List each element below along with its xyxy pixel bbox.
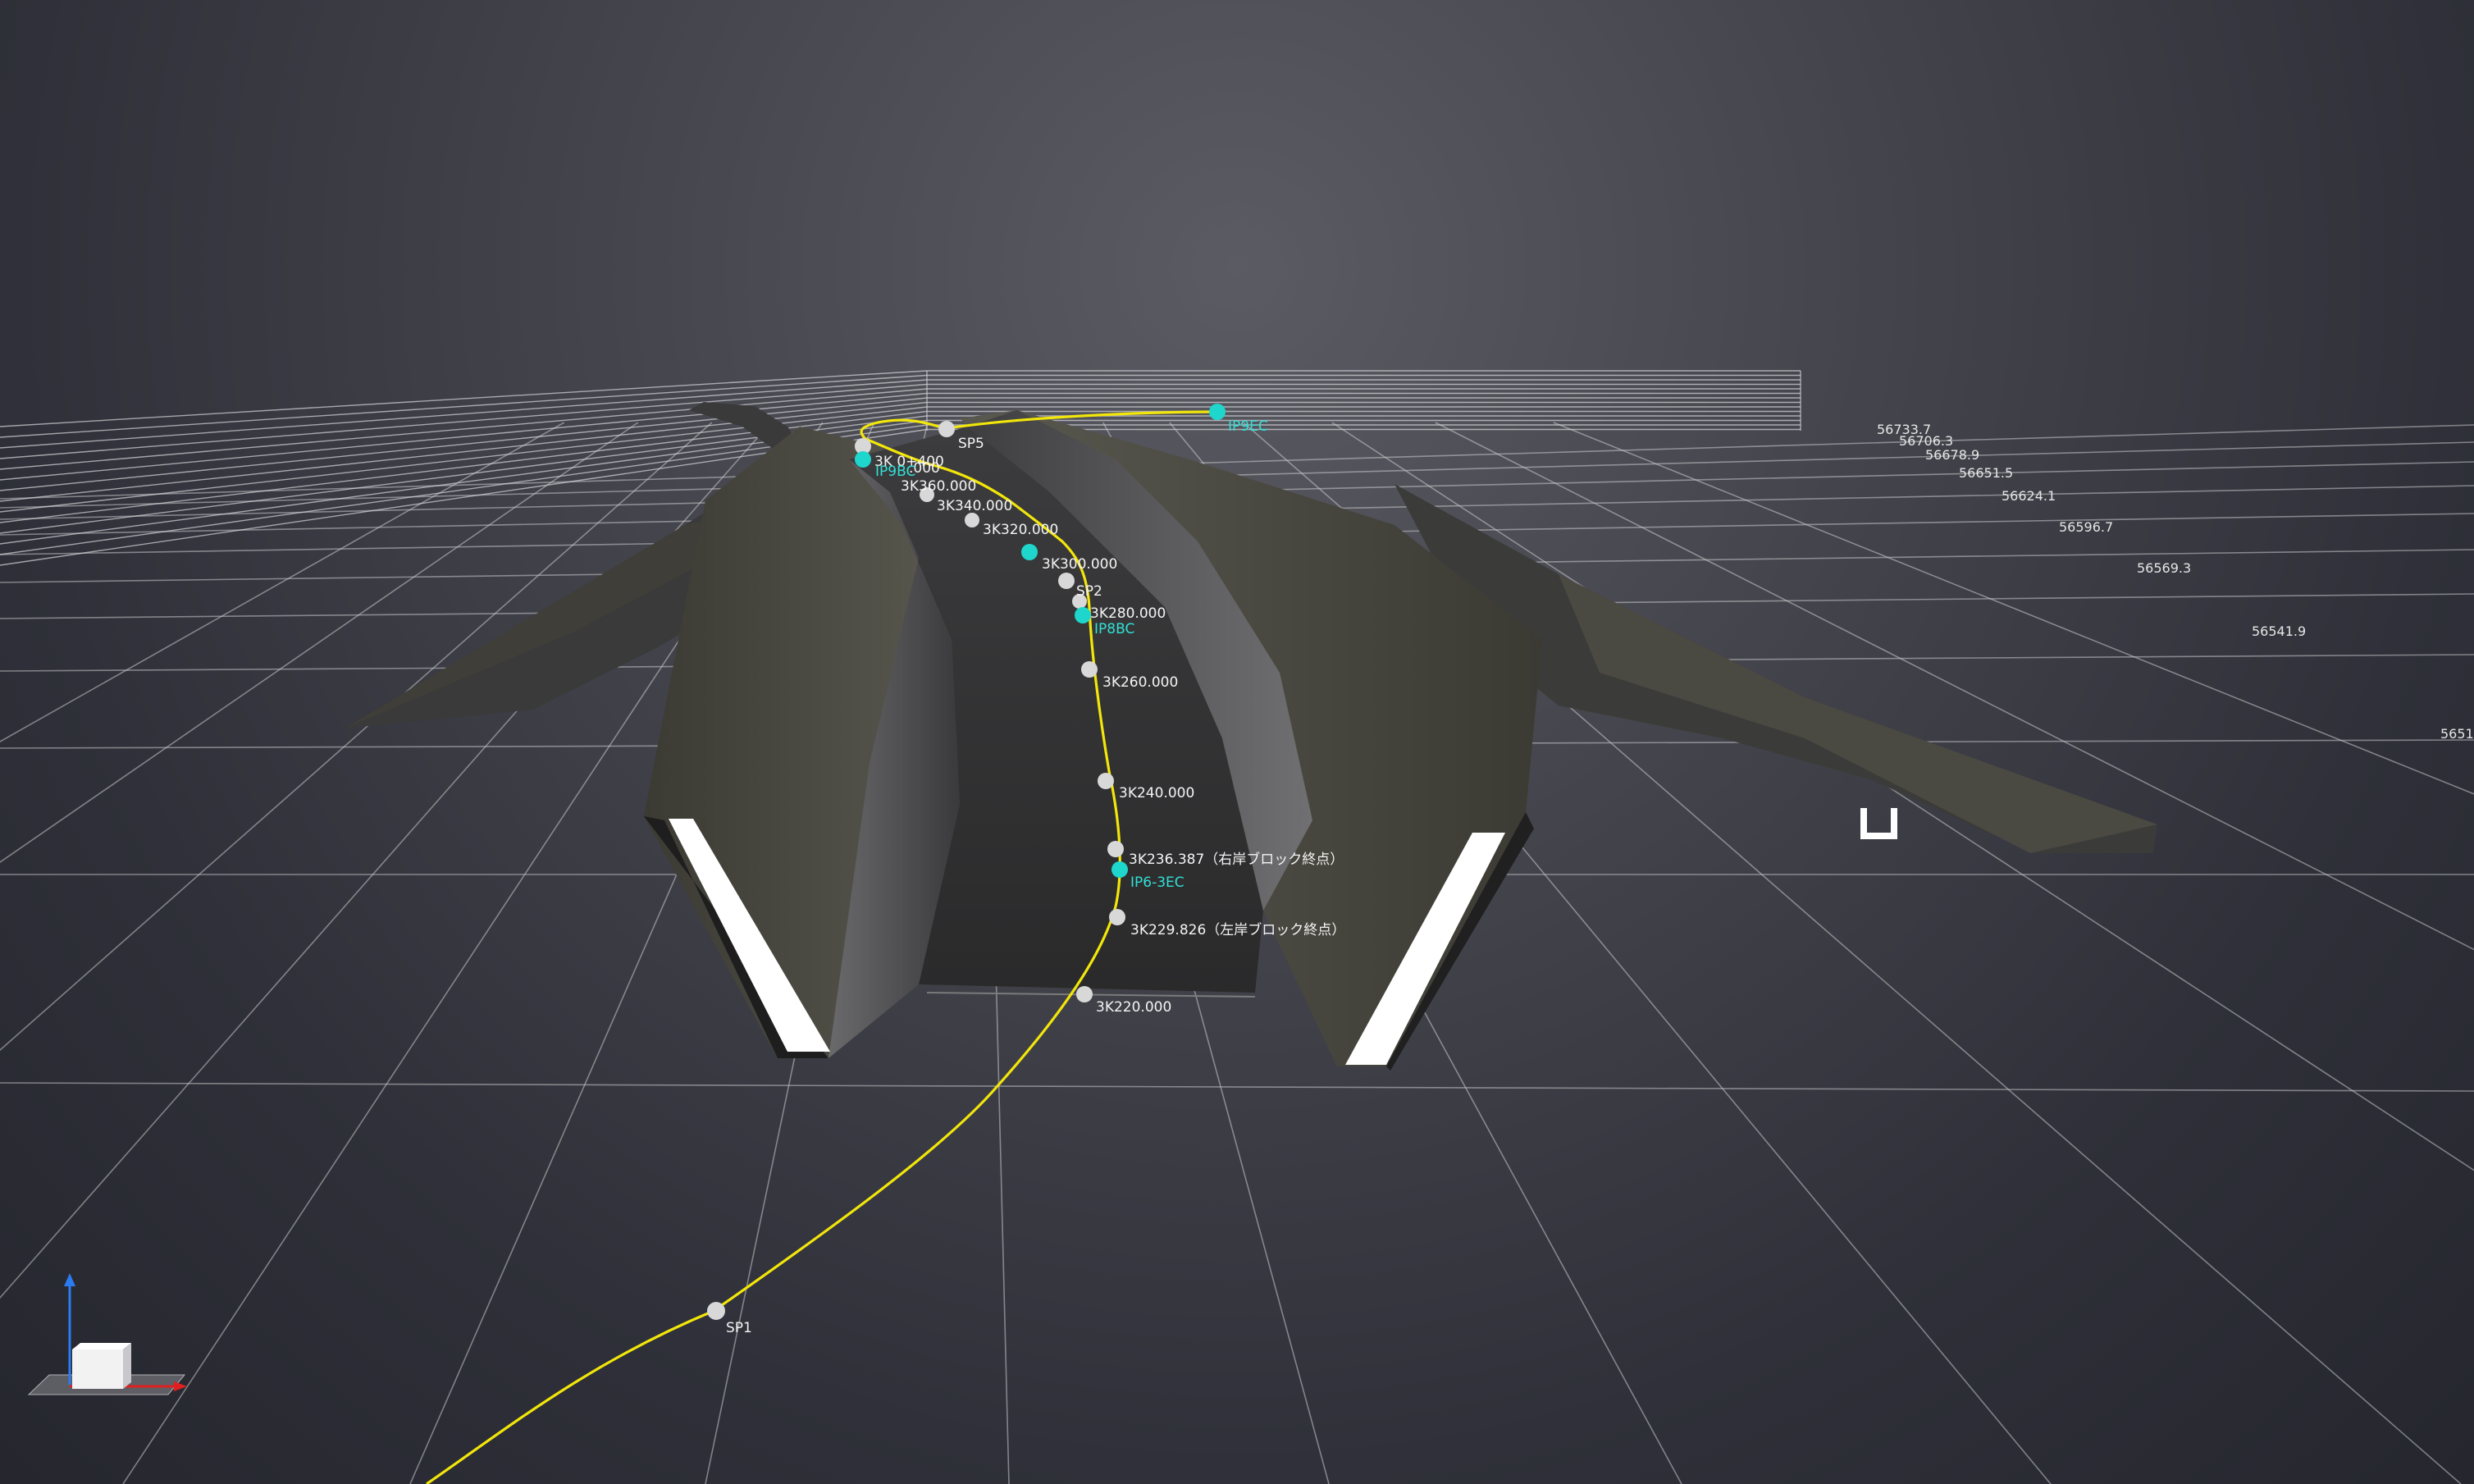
grid-scale-labels: 56733.7 56706.3 56678.9 56651.5 56624.1 …	[1877, 422, 2474, 742]
station-point[interactable]	[1076, 986, 1093, 1002]
ip-point[interactable]	[1021, 544, 1038, 560]
station-point[interactable]	[965, 513, 979, 527]
station-label: 3K229.826（左岸ブロック終点）	[1130, 921, 1345, 938]
grid-scale-label: 56596.7	[2059, 519, 2113, 535]
grid-scale-label: 56624.1	[2002, 488, 2056, 504]
ip-point[interactable]	[1209, 404, 1226, 420]
ip-label: IP8BC	[1094, 621, 1134, 637]
station-label: 3K220.000	[1096, 999, 1171, 1016]
station-label: 3K360.000	[901, 478, 976, 495]
ip-point[interactable]	[855, 451, 871, 468]
u-channel	[1860, 808, 1897, 839]
station-label: 3K320.000	[983, 522, 1058, 538]
station-label: 3K260.000	[1102, 674, 1178, 691]
grid-scale-label: 56569.3	[2137, 560, 2191, 576]
grid-scale-label: 56651.5	[1959, 465, 2013, 481]
grid-line	[0, 1082, 2474, 1092]
grid-line	[1553, 422, 2474, 795]
station-label: 3K340.000	[937, 498, 1012, 514]
cube-top[interactable]	[72, 1343, 131, 1349]
axis-triad-icon[interactable]	[27, 1273, 187, 1395]
station-label: 3K280.000	[1090, 605, 1166, 622]
ip-label: IP9BC	[875, 463, 915, 480]
station-label: 3K300.000	[1042, 556, 1117, 573]
ip-label: IP6-3EC	[1130, 874, 1185, 891]
station-label: 3K240.000	[1119, 785, 1194, 801]
station-point[interactable]	[1107, 841, 1124, 857]
scene-canvas[interactable]: 3K 0+400 3K360.000 3K340.000 3K320.000 3…	[0, 0, 2474, 1484]
sp-label: SP5	[958, 436, 984, 452]
sp-label: SP2	[1076, 583, 1102, 600]
grid-line	[1435, 422, 2474, 951]
station-point[interactable]	[1109, 909, 1125, 925]
station-point[interactable]	[1058, 573, 1075, 589]
sp-label: SP1	[726, 1320, 752, 1336]
z-axis-arrow	[64, 1273, 75, 1286]
station-point[interactable]	[1098, 773, 1114, 789]
sp-point[interactable]	[938, 421, 955, 437]
cube-side[interactable]	[123, 1343, 131, 1389]
sp-point[interactable]	[707, 1302, 725, 1320]
grid-scale-label: 5651	[2440, 726, 2474, 742]
station-point[interactable]	[1081, 661, 1098, 678]
grid-scale-label: 56541.9	[2252, 623, 2306, 639]
cube-front[interactable]	[72, 1349, 123, 1389]
ip-point[interactable]	[1075, 607, 1091, 623]
station-label: 3K236.387（右岸ブロック終点）	[1129, 851, 1344, 868]
fence-line	[0, 370, 928, 427]
3d-viewport[interactable]: 3K 0+400 3K360.000 3K340.000 3K320.000 3…	[0, 0, 2474, 1484]
grid-scale-label: 56678.9	[1925, 447, 1979, 463]
ip-label: IP9EC	[1228, 418, 1268, 435]
ip-point[interactable]	[1111, 861, 1128, 878]
